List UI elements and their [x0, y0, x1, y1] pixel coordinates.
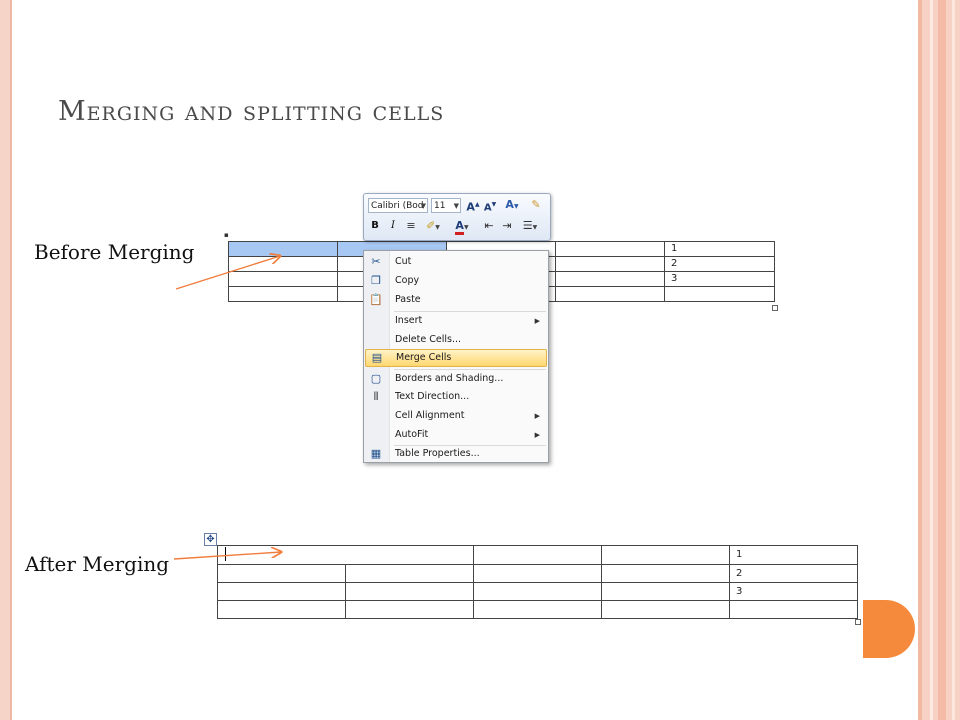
annotation-arrows [173, 0, 960, 560]
after-arrow [173, 552, 281, 560]
before-arrow [175, 256, 280, 290]
